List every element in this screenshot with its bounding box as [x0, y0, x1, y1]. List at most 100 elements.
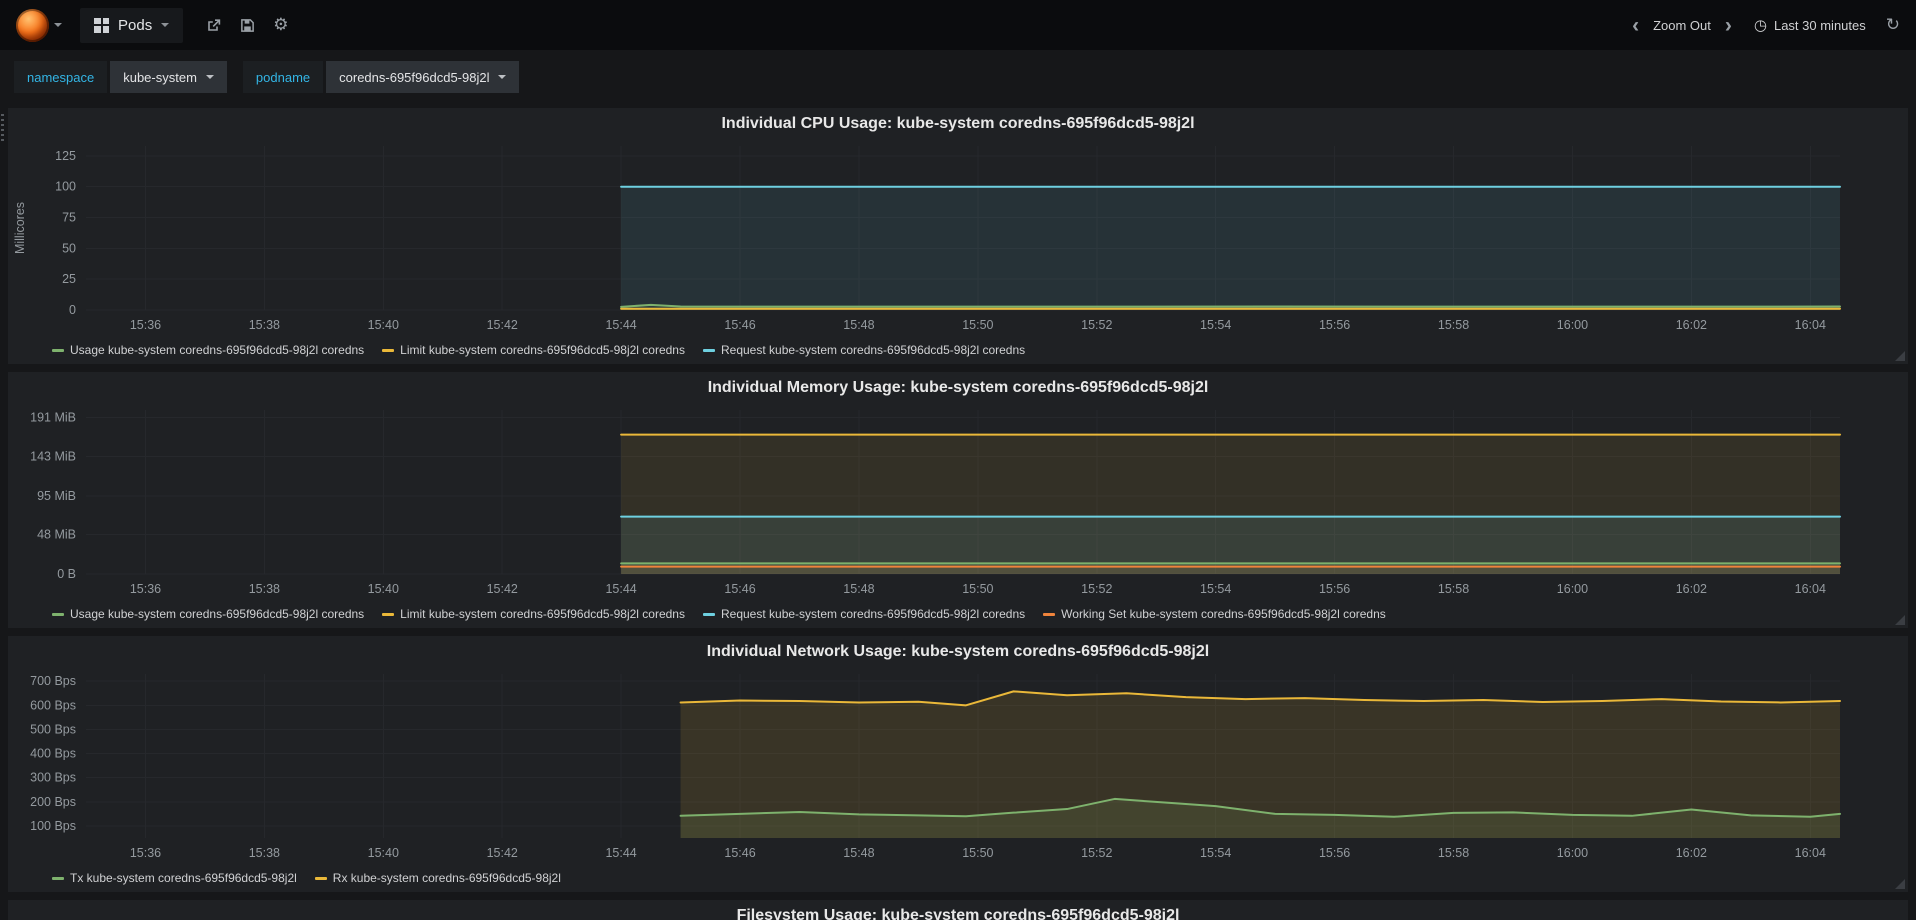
- legend-series-color-icon: [382, 348, 395, 352]
- legend-item[interactable]: Limit kube-system coredns-695f96dcd5-98j…: [382, 343, 685, 357]
- grafana-menu-button[interactable]: [16, 8, 62, 42]
- svg-text:15:52: 15:52: [1081, 846, 1112, 860]
- panel-resize-handle[interactable]: [1895, 879, 1905, 889]
- svg-text:15:54: 15:54: [1200, 318, 1231, 332]
- svg-text:25: 25: [62, 272, 76, 286]
- panel-cpu-usage: Individual CPU Usage: kube-system coredn…: [1, 108, 1908, 364]
- svg-text:16:04: 16:04: [1795, 318, 1826, 332]
- legend-series-label: Usage kube-system coredns-695f96dcd5-98j…: [70, 343, 365, 357]
- legend-series-label: Working Set kube-system coredns-695f96dc…: [1061, 607, 1386, 621]
- variable-select-namespace[interactable]: kube-system: [110, 61, 227, 93]
- time-range-button[interactable]: ◷ Last 30 minutes: [1754, 16, 1866, 34]
- chevron-down-icon: [498, 75, 507, 79]
- svg-text:15:40: 15:40: [368, 582, 399, 596]
- network-usage-chart[interactable]: 100 Bps 200 Bps 300 Bps 400 Bps 500 Bps 600 B…: [8, 666, 1908, 866]
- panel-title-memory[interactable]: Individual Memory Usage: kube-system cor…: [8, 372, 1908, 402]
- time-shift-back-button[interactable]: ‹: [1632, 15, 1639, 36]
- memory-usage-chart[interactable]: 0 B 48 MiB 95 MiB 143 MiB 191 MiB 15:36 15:38 1…: [8, 402, 1908, 602]
- svg-text:15:46: 15:46: [724, 846, 755, 860]
- legend-item[interactable]: Tx kube-system coredns-695f96dcd5-98j2l: [52, 871, 297, 885]
- svg-text:0: 0: [69, 303, 76, 317]
- legend-series-color-icon: [52, 876, 64, 880]
- svg-text:95 MiB: 95 MiB: [37, 489, 76, 503]
- legend-series-color-icon: [52, 612, 64, 616]
- svg-text:15:50: 15:50: [962, 318, 993, 332]
- svg-text:16:02: 16:02: [1676, 846, 1707, 860]
- dashboard-picker-button[interactable]: Pods: [80, 7, 184, 43]
- svg-text:15:58: 15:58: [1438, 846, 1469, 860]
- panel-title-filesystem[interactable]: Filesystem Usage: kube-system coredns-69…: [8, 900, 1908, 920]
- legend-item[interactable]: Request kube-system coredns-695f96dcd5-9…: [702, 607, 1026, 621]
- svg-text:500 Bps: 500 Bps: [30, 722, 76, 736]
- template-variables-bar: namespace kube-system podname coredns-69…: [0, 50, 1916, 104]
- svg-text:15:46: 15:46: [724, 582, 755, 596]
- legend-item[interactable]: Working Set kube-system coredns-695f96dc…: [1043, 607, 1386, 621]
- svg-text:400 Bps: 400 Bps: [30, 747, 76, 761]
- svg-text:15:36: 15:36: [130, 582, 161, 596]
- time-shift-forward-button[interactable]: ›: [1725, 15, 1732, 36]
- settings-button[interactable]: ⚙: [273, 15, 288, 35]
- zoom-out-button[interactable]: Zoom Out: [1653, 18, 1711, 33]
- legend-item[interactable]: Usage kube-system coredns-695f96dcd5-98j…: [52, 343, 364, 357]
- svg-text:15:48: 15:48: [843, 846, 874, 860]
- svg-text:16:04: 16:04: [1795, 846, 1826, 860]
- save-button[interactable]: [240, 18, 255, 33]
- legend-series-color-icon: [1043, 612, 1056, 616]
- svg-text:50: 50: [62, 241, 76, 255]
- legend-series-color-icon: [52, 348, 64, 352]
- legend-series-label: Limit kube-system coredns-695f96dcd5-98j…: [400, 343, 685, 357]
- variable-label-namespace: namespace: [14, 61, 108, 93]
- legend-item[interactable]: Limit kube-system coredns-695f96dcd5-98j…: [382, 607, 685, 621]
- refresh-button[interactable]: ↻: [1886, 15, 1900, 35]
- legend-series-label: Request kube-system coredns-695f96dcd5-9…: [720, 343, 1026, 357]
- cpu-usage-chart[interactable]: 0 25 50 75 100 125 15:36 15:38 15:40 15:42 15:44 15…: [8, 138, 1908, 338]
- variable-select-podname[interactable]: coredns-695f96dcd5-98j2l: [326, 61, 520, 93]
- svg-text:600 Bps: 600 Bps: [30, 698, 76, 712]
- variable-value-namespace: kube-system: [123, 69, 197, 85]
- chart-legend-cpu: Usage kube-system coredns-695f96dcd5-98j…: [8, 338, 1908, 362]
- svg-text:15:48: 15:48: [843, 318, 874, 332]
- legend-series-color-icon: [702, 612, 715, 616]
- svg-text:15:52: 15:52: [1081, 318, 1112, 332]
- svg-text:15:38: 15:38: [249, 318, 280, 332]
- svg-text:15:50: 15:50: [962, 582, 993, 596]
- variable-label-podname: podname: [242, 61, 324, 93]
- svg-text:15:42: 15:42: [487, 582, 518, 596]
- share-button[interactable]: [206, 17, 222, 33]
- legend-item[interactable]: Usage kube-system coredns-695f96dcd5-98j…: [52, 607, 364, 621]
- svg-text:15:58: 15:58: [1438, 318, 1469, 332]
- svg-text:191 MiB: 191 MiB: [30, 410, 76, 424]
- panel-network-usage: Individual Network Usage: kube-system co…: [8, 636, 1908, 892]
- legend-item[interactable]: Rx kube-system coredns-695f96dcd5-98j2l: [314, 871, 561, 885]
- svg-text:300 Bps: 300 Bps: [30, 771, 76, 785]
- svg-text:0 B: 0 B: [57, 567, 76, 581]
- panel-title-network[interactable]: Individual Network Usage: kube-system co…: [8, 636, 1908, 666]
- svg-text:15:46: 15:46: [724, 318, 755, 332]
- svg-text:15:44: 15:44: [605, 846, 636, 860]
- chart-legend-network: Tx kube-system coredns-695f96dcd5-98j2l R…: [8, 866, 1908, 890]
- legend-item[interactable]: Request kube-system coredns-695f96dcd5-9…: [702, 343, 1026, 357]
- svg-text:15:56: 15:56: [1319, 318, 1350, 332]
- svg-text:16:00: 16:00: [1557, 846, 1588, 860]
- svg-text:15:36: 15:36: [130, 318, 161, 332]
- time-controls: ‹ Zoom Out › ◷ Last 30 minutes ↻: [1632, 15, 1900, 36]
- svg-text:15:44: 15:44: [605, 582, 636, 596]
- panel-resize-handle[interactable]: [1895, 615, 1905, 625]
- panel-title-cpu[interactable]: Individual CPU Usage: kube-system coredn…: [8, 108, 1908, 138]
- legend-series-label: Request kube-system coredns-695f96dcd5-9…: [720, 607, 1026, 621]
- panel-memory-usage: Individual Memory Usage: kube-system cor…: [8, 372, 1908, 628]
- svg-text:15:52: 15:52: [1081, 582, 1112, 596]
- legend-series-color-icon: [314, 876, 327, 880]
- save-icon: [241, 18, 255, 32]
- dashboard-panels: Individual CPU Usage: kube-system coredn…: [0, 104, 1916, 920]
- panel-drag-handle[interactable]: [1, 114, 4, 142]
- legend-series-label: Tx kube-system coredns-695f96dcd5-98j2l: [70, 871, 297, 885]
- panel-resize-handle[interactable]: [1895, 351, 1905, 361]
- svg-text:700 Bps: 700 Bps: [30, 674, 76, 688]
- clock-icon: ◷: [1753, 16, 1767, 34]
- svg-text:125: 125: [55, 149, 76, 163]
- chevron-down-icon: [161, 23, 170, 27]
- svg-text:16:02: 16:02: [1676, 318, 1707, 332]
- variable-value-podname: coredns-695f96dcd5-98j2l: [339, 69, 490, 85]
- svg-text:15:44: 15:44: [605, 318, 636, 332]
